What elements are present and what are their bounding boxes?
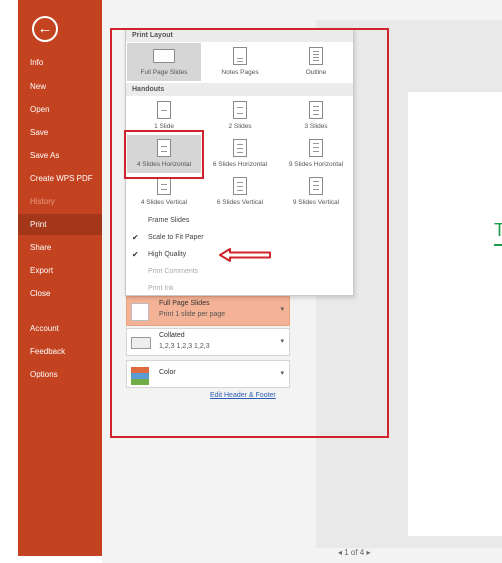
nav-item-feedback[interactable]: Feedback	[18, 341, 102, 362]
nav-item-history[interactable]: History	[18, 191, 102, 212]
annotation-arrow-icon	[219, 248, 271, 262]
nav-item-new[interactable]: New	[18, 76, 102, 97]
nav-item-close[interactable]: Close	[18, 283, 102, 304]
annotation-selection-box	[124, 130, 204, 179]
nav-item-save[interactable]: Save	[18, 122, 102, 143]
nav-item-open[interactable]: Open	[18, 99, 102, 120]
back-arrow-icon[interactable]: ←	[32, 16, 58, 42]
nav-item-save-as[interactable]: Save As	[18, 145, 102, 166]
page-navigator[interactable]: ◂ 1 of 4 ▸	[338, 548, 371, 557]
nav-item-share[interactable]: Share	[18, 237, 102, 258]
slide-preview-dash	[494, 244, 502, 246]
nav-item-export[interactable]: Export	[18, 260, 102, 281]
nav-item-create-wps-pdf[interactable]: Create WPS PDF	[18, 168, 102, 189]
slide-preview	[408, 92, 502, 536]
nav-item-options[interactable]: Options	[18, 364, 102, 385]
nav-item-print[interactable]: Print	[18, 214, 102, 235]
backstage-nav: ← Info New Open Save Save As Create WPS …	[18, 0, 102, 556]
annotation-outer-box	[110, 28, 389, 438]
slide-preview-text: T	[494, 220, 502, 240]
nav-item-info[interactable]: Info	[18, 52, 102, 73]
nav-item-account[interactable]: Account	[18, 318, 102, 339]
